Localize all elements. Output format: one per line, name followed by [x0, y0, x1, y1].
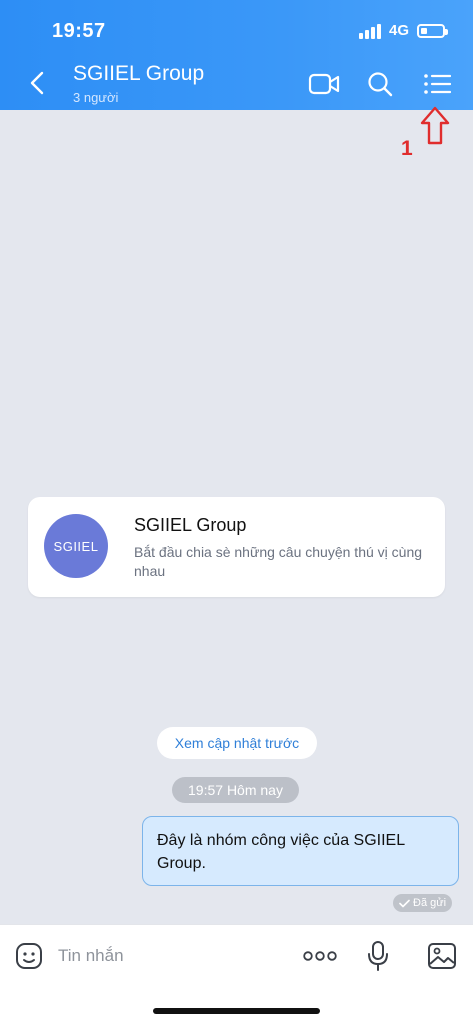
network-type: 4G [388, 22, 409, 39]
outgoing-message-bubble[interactable]: Đây là nhóm công việc của SGIIEL Group. [142, 816, 459, 886]
search-button[interactable] [364, 68, 396, 100]
battery-level [421, 27, 427, 34]
status-indicators: 4G [358, 22, 448, 39]
video-call-icon [308, 73, 340, 95]
signal-icon [358, 23, 381, 39]
microphone-icon [368, 941, 388, 971]
back-icon [30, 71, 44, 95]
home-indicator [153, 1008, 320, 1014]
message-text: Đây là nhóm công việc của SGIIEL Group. [157, 832, 405, 872]
group-info-card[interactable]: SGIIEL SGIIEL Group Bắt đầu chia sè nhữn… [28, 497, 445, 597]
back-button[interactable] [24, 68, 50, 98]
message-input[interactable] [58, 941, 258, 971]
group-avatar[interactable]: SGIIEL [44, 514, 108, 578]
member-count[interactable]: 3 người [73, 90, 118, 105]
header-bar: 19:57 4G SGIIEL Group 3 người [0, 0, 473, 110]
view-older-updates-button[interactable]: Xem cập nhật trước [157, 727, 317, 759]
image-icon [428, 943, 456, 969]
group-description: Bắt đầu chia sè những câu chuyện thú vị … [134, 544, 423, 579]
more-icon [303, 951, 337, 961]
sent-status-text: Đã gửi [413, 897, 447, 909]
annotation-number: 1 [401, 137, 413, 160]
annotation-arrow-icon [420, 106, 450, 145]
search-icon [368, 72, 393, 97]
status-time: 19:57 [52, 20, 106, 42]
check-icon [399, 899, 410, 907]
voice-button[interactable] [361, 939, 395, 973]
image-button[interactable] [425, 939, 459, 973]
menu-button[interactable] [421, 68, 453, 100]
emoji-button[interactable] [14, 941, 44, 971]
group-name: SGIIEL Group [134, 515, 247, 535]
emoji-icon [16, 943, 42, 969]
chat-title[interactable]: SGIIEL Group [73, 62, 204, 86]
sent-status-badge: Đã gửi [393, 894, 453, 912]
more-button[interactable] [303, 939, 337, 973]
video-call-button[interactable] [308, 68, 340, 100]
battery-icon [417, 23, 448, 38]
time-divider: 19:57 Hôm nay [172, 777, 299, 803]
menu-list-icon [424, 74, 451, 94]
